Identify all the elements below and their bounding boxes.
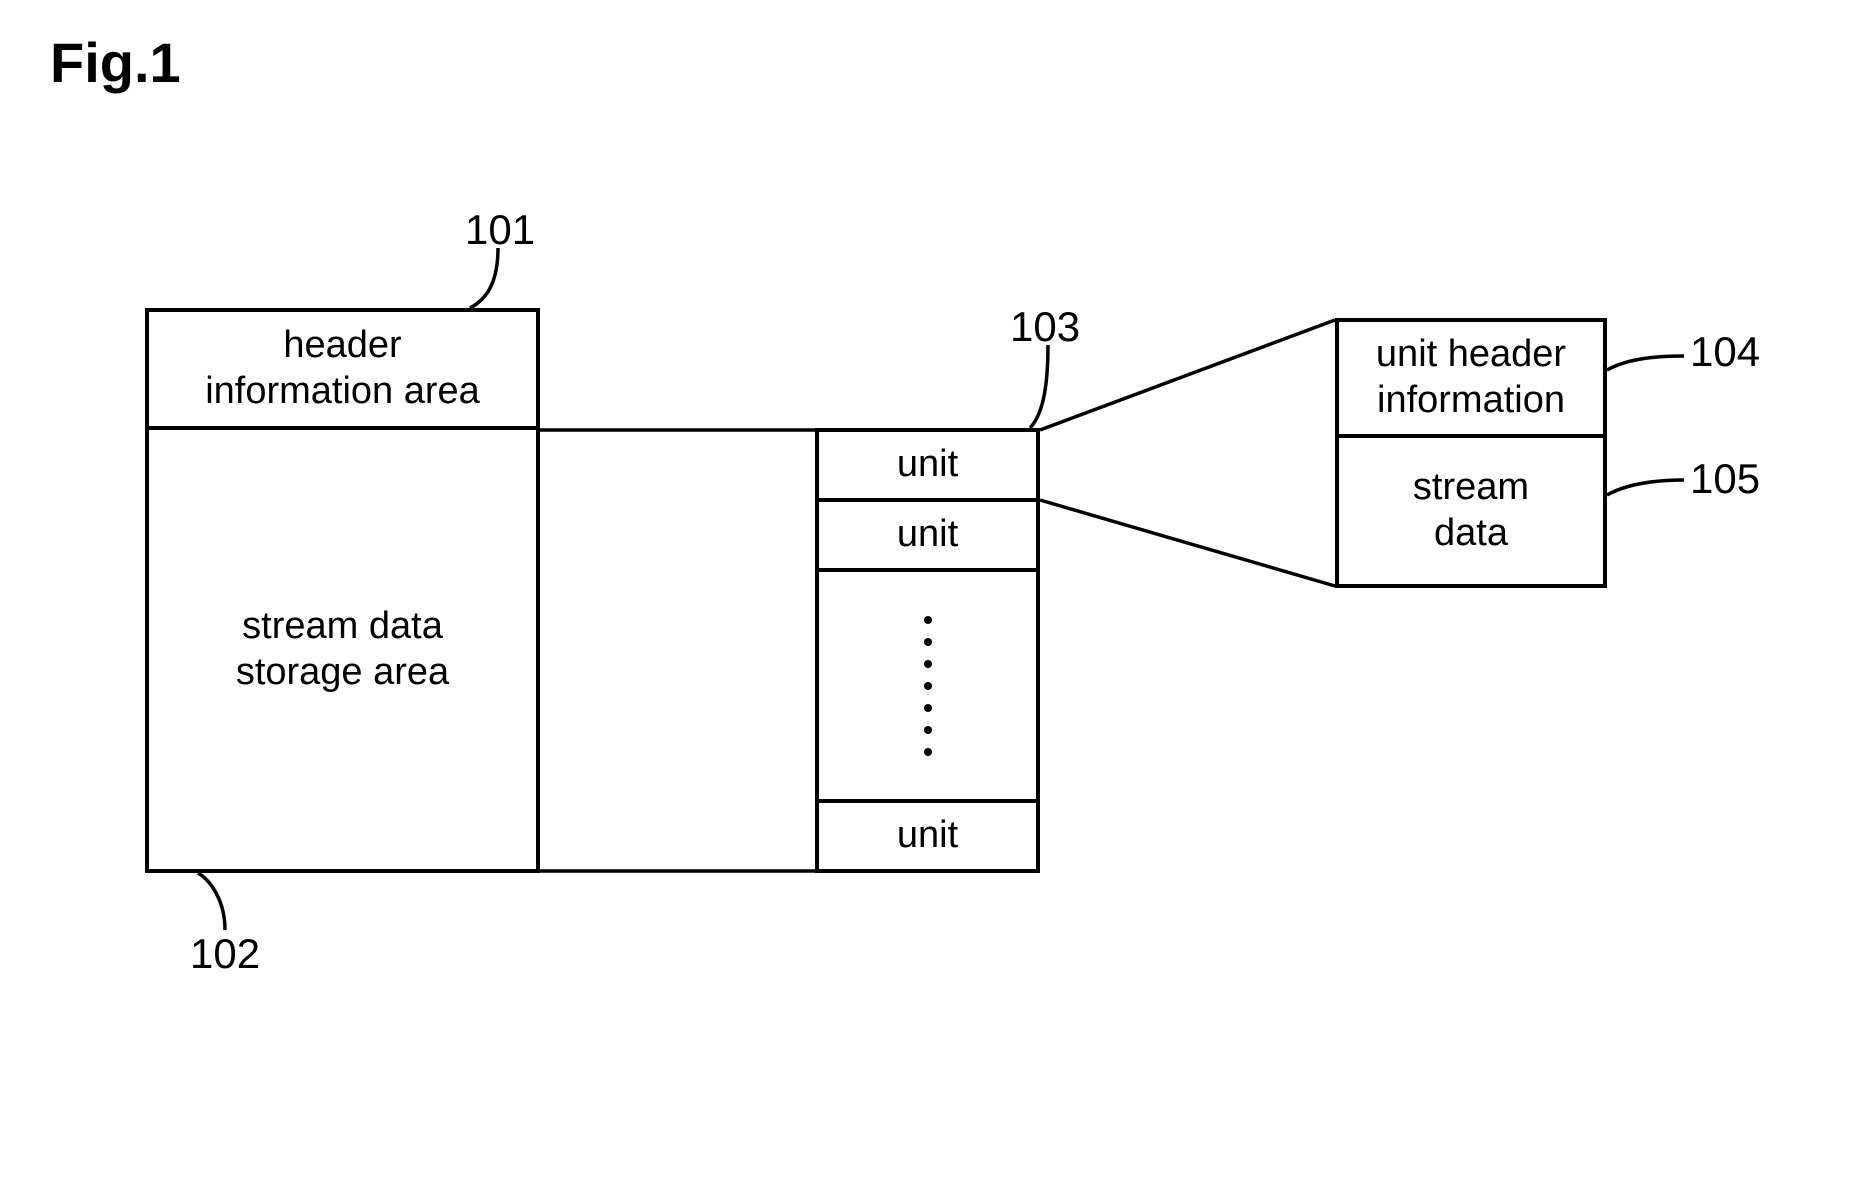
unit-label: unit: [897, 813, 958, 859]
unit-detail-block: unit header information stream data: [1335, 318, 1607, 588]
unit-label: unit: [897, 442, 958, 488]
stream-data-label: stream data: [1413, 465, 1529, 556]
unit-label: unit: [897, 512, 958, 558]
ref-104: 104: [1690, 328, 1760, 376]
ref-101: 101: [465, 206, 535, 254]
header-area-label: header information area: [205, 323, 480, 414]
ref-102: 102: [190, 930, 260, 978]
ref-105: 105: [1690, 455, 1760, 503]
vertical-ellipsis-icon: [924, 616, 932, 756]
unit-ellipsis-row: [815, 568, 1040, 803]
unit-row: unit: [815, 428, 1040, 502]
unit-row: unit: [815, 498, 1040, 572]
storage-area-label: stream data storage area: [236, 604, 449, 695]
unit-header-label: unit header information: [1376, 332, 1566, 423]
file-structure-block: header information area stream data stor…: [145, 308, 540, 873]
unit-row: unit: [815, 799, 1040, 873]
ref-103: 103: [1010, 303, 1080, 351]
figure-title: Fig.1: [50, 30, 181, 95]
unit-header-information: unit header information: [1335, 318, 1607, 438]
unit-list-block: unit unit unit: [815, 428, 1040, 873]
stream-data-storage-area: stream data storage area: [145, 426, 540, 873]
stream-data-box: stream data: [1335, 434, 1607, 588]
header-information-area: header information area: [145, 308, 540, 430]
